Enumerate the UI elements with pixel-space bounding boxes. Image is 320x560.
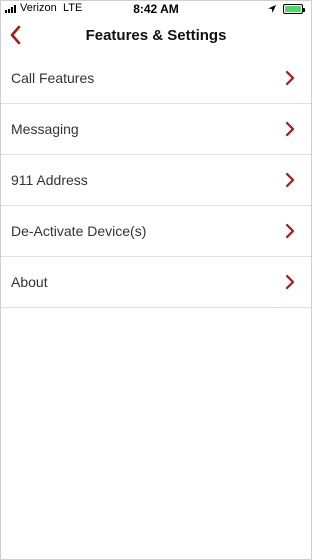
chevron-right-icon	[285, 121, 295, 137]
menu-item-label: 911 Address	[11, 172, 88, 188]
app-screen: Verizon LTE 8:42 AM Features & Settings …	[0, 0, 312, 560]
settings-menu-list: Call Features Messaging 911 Address De-A…	[1, 53, 311, 308]
chevron-right-icon	[285, 223, 295, 239]
menu-item-label: Messaging	[11, 121, 79, 137]
status-time: 8:42 AM	[133, 2, 179, 16]
navigation-bar: Features & Settings	[1, 17, 311, 53]
page-title: Features & Settings	[85, 27, 227, 44]
battery-level-fill	[285, 6, 301, 12]
menu-item-messaging[interactable]: Messaging	[1, 104, 311, 155]
menu-item-label: About	[11, 274, 48, 290]
menu-item-911-address[interactable]: 911 Address	[1, 155, 311, 206]
menu-item-deactivate-devices[interactable]: De-Activate Device(s)	[1, 206, 311, 257]
chevron-right-icon	[285, 70, 295, 86]
status-bar: Verizon LTE 8:42 AM	[1, 1, 311, 17]
location-arrow-icon	[268, 5, 276, 13]
menu-item-label: De-Activate Device(s)	[11, 223, 147, 239]
menu-item-label: Call Features	[11, 70, 95, 86]
menu-item-about[interactable]: About	[1, 257, 311, 308]
chevron-right-icon	[285, 274, 295, 290]
chevron-right-icon	[285, 172, 295, 188]
menu-item-call-features[interactable]: Call Features	[1, 53, 311, 104]
battery-icon	[283, 4, 305, 14]
